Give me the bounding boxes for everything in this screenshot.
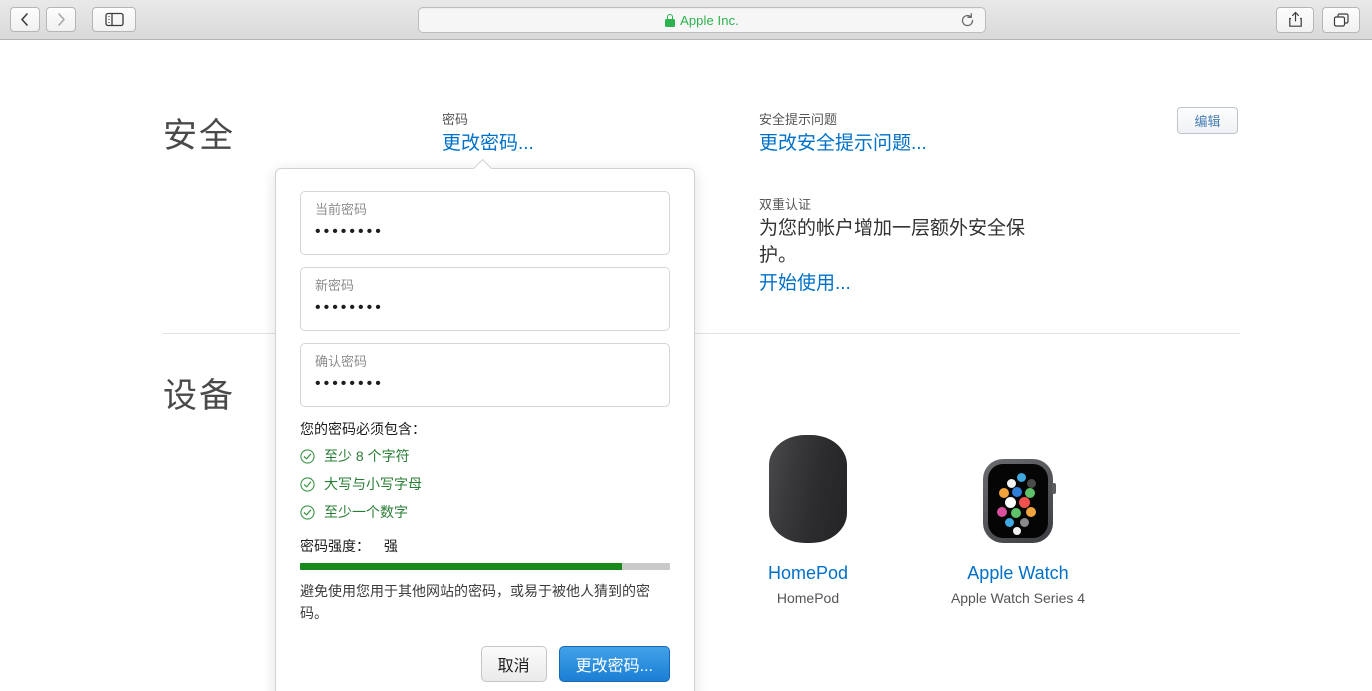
requirement-text: 至少 8 个字符 — [324, 448, 410, 464]
device-type: Apple Watch Series 4 — [950, 590, 1086, 606]
devices-section-title: 设备 — [163, 377, 235, 415]
share-button[interactable] — [1276, 6, 1314, 33]
two-factor-label: 双重认证 — [759, 197, 812, 213]
two-factor-description: 为您的帐户增加一层额外安全保护。 — [759, 217, 1026, 267]
security-questions-block: 安全提示问题 更改安全提示问题... 双重认证 为您的帐户增加一层额外安全保护。… — [759, 110, 1049, 297]
popover-actions: 取消 更改密码... — [480, 646, 670, 682]
requirements-title: 您的密码必须包含： — [300, 421, 426, 437]
requirement-item: 至少一个数字 — [300, 502, 670, 522]
check-circle-icon — [300, 476, 315, 492]
device-card[interactable]: Apple Watch Apple Watch Series 4 — [913, 425, 1123, 606]
toolbar-right-group — [1276, 6, 1360, 33]
toolbar-left-group — [10, 7, 136, 32]
change-password-link[interactable]: 更改密码... — [442, 130, 702, 158]
change-password-popover: 当前密码 •••••••• 新密码 •••••••• 确认密码 ••••••••… — [275, 168, 695, 691]
address-bar[interactable]: Apple Inc. — [418, 7, 986, 33]
change-security-questions-link[interactable]: 更改安全提示问题... — [759, 130, 1049, 158]
share-icon — [1288, 11, 1302, 27]
requirement-item: 大写与小写字母 — [300, 474, 670, 494]
new-password-value: •••••••• — [315, 299, 384, 316]
device-name[interactable]: HomePod — [703, 563, 913, 584]
current-password-label: 当前密码 — [315, 202, 368, 217]
new-password-field[interactable]: 新密码 •••••••• — [300, 267, 670, 331]
current-password-value: •••••••• — [315, 223, 384, 240]
requirement-text: 大写与小写字母 — [324, 476, 422, 492]
password-strength-value: 强 — [383, 538, 398, 554]
popover-arrow — [472, 159, 492, 169]
password-block: 密码 更改密码... — [442, 110, 702, 157]
password-strength-fill — [300, 563, 622, 570]
check-circle-icon — [300, 504, 315, 520]
password-label: 密码 — [442, 112, 469, 127]
chevron-right-icon — [58, 13, 65, 26]
confirm-password-field[interactable]: 确认密码 •••••••• — [300, 343, 670, 407]
address-bar-content: Apple Inc. — [665, 13, 739, 28]
forward-button[interactable] — [46, 7, 76, 32]
security-questions-label: 安全提示问题 — [759, 112, 838, 127]
address-bar-text: Apple Inc. — [680, 12, 739, 28]
password-strength-row: 密码强度： 强 — [300, 536, 670, 556]
device-image-homepod — [703, 425, 913, 543]
requirement-item: 至少 8 个字符 — [300, 446, 670, 466]
change-password-submit-button[interactable]: 更改密码... — [558, 646, 670, 682]
device-image-watch — [913, 425, 1123, 543]
homepod-icon — [769, 435, 847, 543]
cancel-button[interactable]: 取消 — [480, 646, 547, 682]
password-strength-label: 密码强度： — [300, 538, 370, 554]
edit-button[interactable]: 编辑 — [1177, 107, 1238, 134]
back-button[interactable] — [10, 7, 40, 32]
apple-watch-icon — [983, 459, 1056, 543]
security-section-title: 安全 — [163, 117, 235, 155]
sidebar-toggle-button[interactable] — [92, 7, 136, 32]
chevron-left-icon — [21, 13, 28, 26]
popover-body: 当前密码 •••••••• 新密码 •••••••• 确认密码 ••••••••… — [276, 169, 694, 625]
password-advice-text: 避免使用您用于其他网站的密码，或易于被他人猜到的密码。 — [300, 583, 650, 622]
device-card[interactable]: HomePod HomePod — [703, 425, 913, 606]
current-password-field[interactable]: 当前密码 •••••••• — [300, 191, 670, 255]
device-name[interactable]: Apple Watch — [913, 563, 1123, 584]
new-password-label: 新密码 — [315, 278, 355, 293]
device-type: HomePod — [776, 590, 840, 606]
confirm-password-label: 确认密码 — [315, 354, 368, 369]
two-factor-block: 双重认证 为您的帐户增加一层额外安全保护。 开始使用... — [759, 195, 1049, 297]
page-content: 安全 设备 密码 更改密码... 安全提示问题 更改安全提示问题... 双重认证… — [0, 40, 1372, 691]
lock-icon — [665, 13, 676, 27]
requirement-text: 至少一个数字 — [324, 504, 408, 520]
tab-overview-button[interactable] — [1322, 6, 1360, 33]
browser-toolbar: Apple Inc. — [0, 0, 1372, 40]
sidebar-icon — [104, 12, 124, 27]
confirm-password-value: •••••••• — [315, 375, 384, 392]
check-circle-icon — [300, 448, 315, 464]
reload-button[interactable] — [960, 13, 975, 33]
reload-icon — [961, 13, 974, 27]
password-strength-bar — [300, 563, 670, 570]
tab-overview-icon — [1333, 12, 1349, 27]
two-factor-get-started-link[interactable]: 开始使用... — [759, 270, 1049, 298]
